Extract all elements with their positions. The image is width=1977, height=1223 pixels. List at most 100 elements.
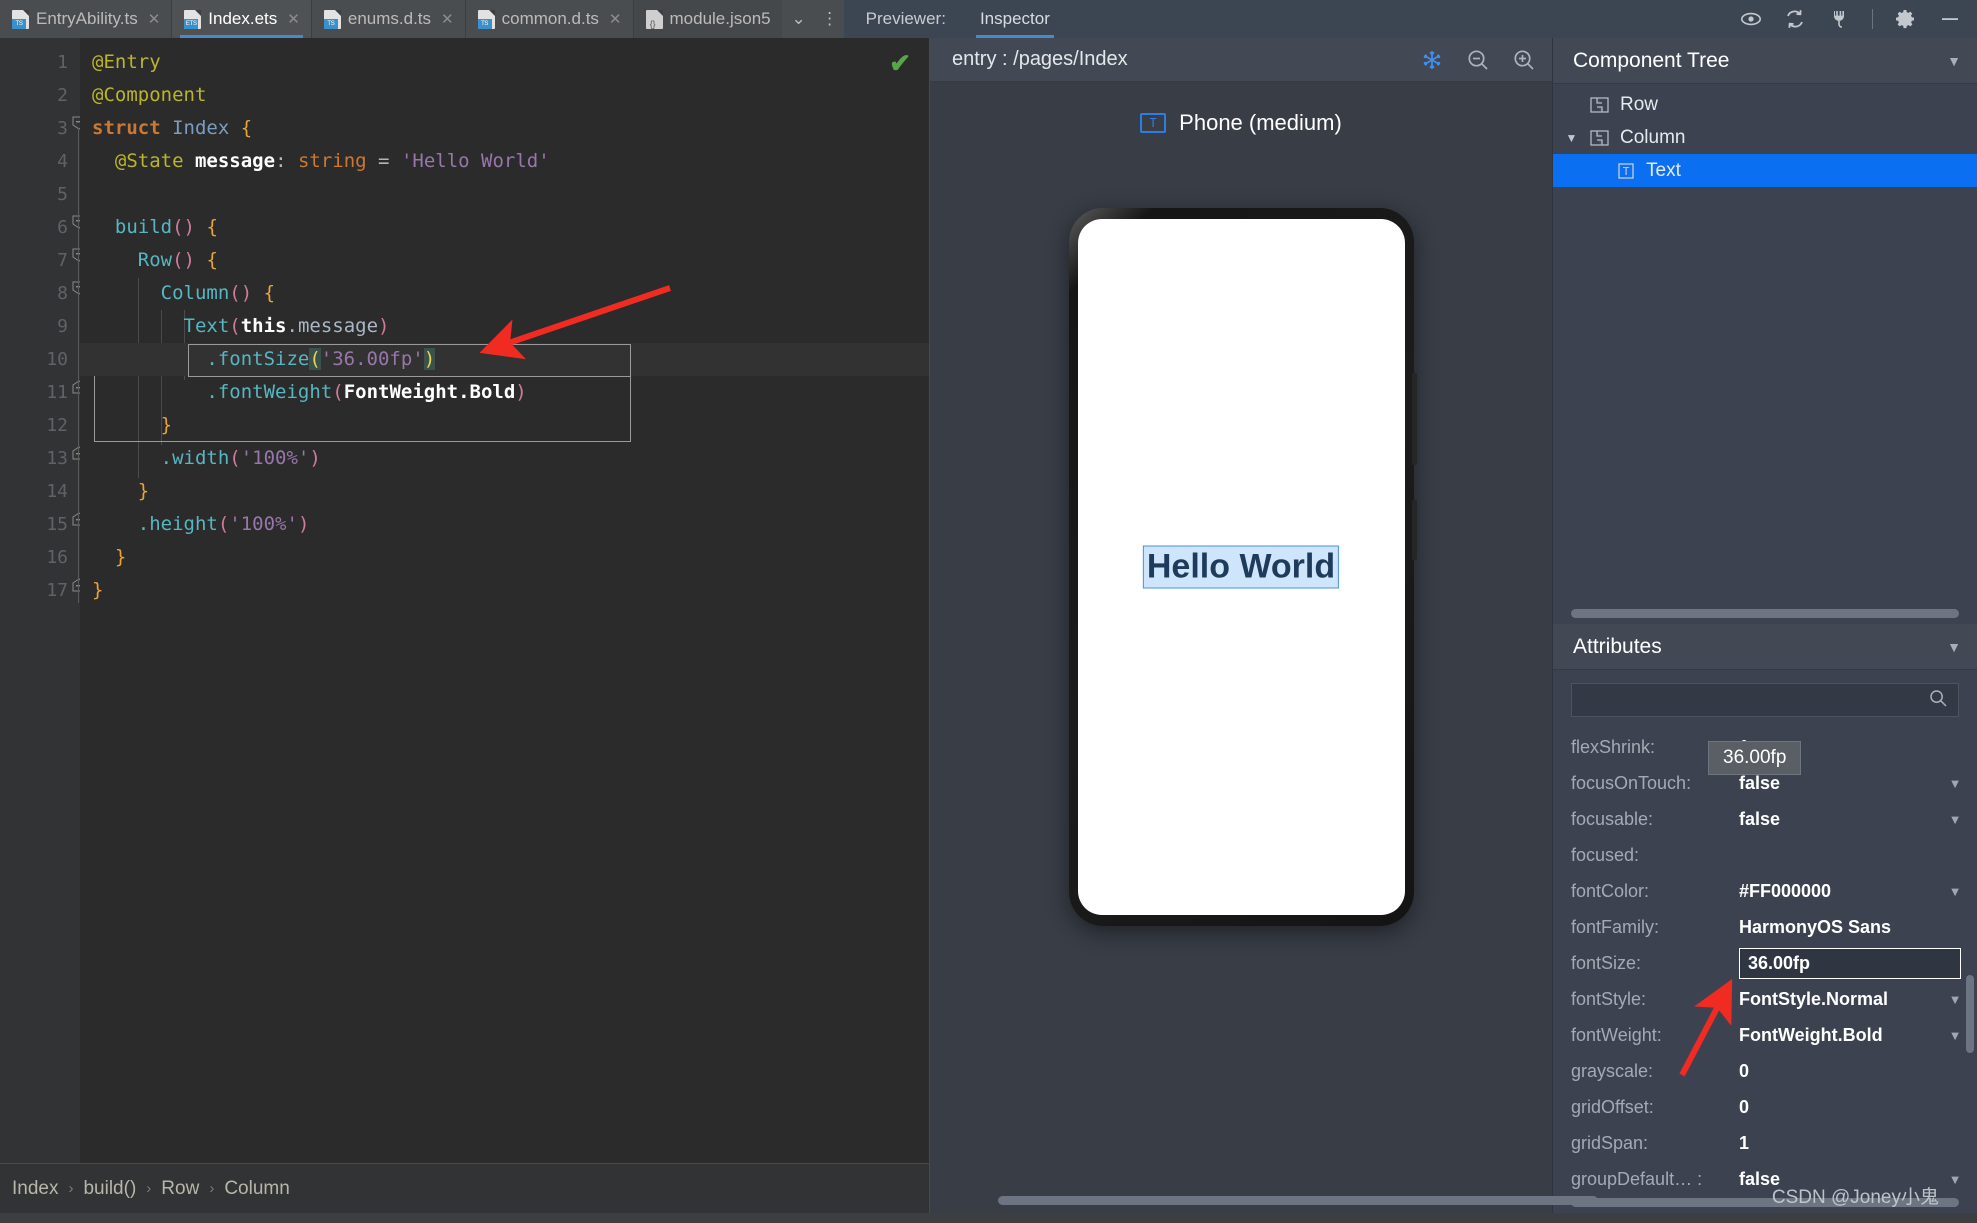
attributes-header[interactable]: Attributes ▼: [1553, 624, 1977, 670]
attribute-value[interactable]: 1: [1739, 1133, 1963, 1154]
component-tree[interactable]: Row ▼ Column T Text: [1553, 84, 1977, 624]
search-icon[interactable]: [1928, 688, 1948, 713]
tree-node-label: Text: [1646, 159, 1681, 181]
line-number: 14: [46, 481, 68, 502]
chevron-down-icon[interactable]: ▼: [1947, 884, 1963, 899]
editor-tab-enums[interactable]: TS enums.d.ts ✕: [311, 0, 466, 38]
close-icon[interactable]: ✕: [441, 10, 454, 28]
attribute-row-fontSize[interactable]: fontSize: 36.00fp: [1553, 945, 1977, 981]
code-line: Column() {: [160, 282, 276, 304]
zoom-in-icon[interactable]: [1512, 48, 1536, 72]
attribute-row-fontFamily[interactable]: fontFamily: HarmonyOS Sans: [1553, 909, 1977, 945]
attribute-row-fontWeight[interactable]: fontWeight: FontWeight.Bold ▼: [1553, 1017, 1977, 1053]
preview-text-component[interactable]: Hello World: [1142, 545, 1340, 589]
chevron-down-icon[interactable]: ▼: [1563, 131, 1580, 145]
attribute-row-fontColor[interactable]: fontColor: #FF000000 ▼: [1553, 873, 1977, 909]
breadcrumb-item-index[interactable]: Index: [12, 1178, 58, 1200]
attribute-value[interactable]: false: [1739, 773, 1947, 794]
scrollbar-thumb[interactable]: [998, 1196, 1598, 1205]
chevron-down-icon[interactable]: ▼: [1947, 1028, 1963, 1043]
line-number: 5: [57, 184, 68, 205]
device-label: T Phone (medium): [1140, 110, 1342, 136]
attribute-row-grayscale[interactable]: grayscale: 0: [1553, 1053, 1977, 1089]
editor-tab-entryability[interactable]: TS EntryAbility.ts ✕: [0, 0, 173, 38]
inspector-pane: Component Tree ▼ Row ▼ Column T Text Att…: [1552, 38, 1977, 1213]
refresh-icon[interactable]: [1784, 8, 1806, 30]
previewer-tab-bar: Previewer: Inspector: [843, 0, 1977, 38]
editor-tab-index-ets[interactable]: ETS Index.ets ✕: [172, 0, 312, 38]
chevron-down-icon[interactable]: ▼: [1947, 1172, 1963, 1187]
chevron-down-icon[interactable]: ▼: [1947, 812, 1963, 827]
attribute-value[interactable]: false: [1739, 809, 1947, 830]
editor-gutter[interactable]: 1 2 3 4 5 6 7 8 9 10 11 12 13 14 15 16 1: [0, 38, 86, 1163]
eye-icon[interactable]: [1740, 8, 1762, 30]
attribute-row-fontStyle[interactable]: fontStyle: FontStyle.Normal ▼: [1553, 981, 1977, 1017]
settings-gear-icon[interactable]: [1895, 8, 1917, 30]
fold-region-line: [78, 128, 79, 603]
tab-more-options-icon[interactable]: ⋮: [816, 0, 844, 38]
attribute-row-focusable[interactable]: focusable: false ▼: [1553, 801, 1977, 837]
attribute-key: grayscale:: [1571, 1060, 1654, 1081]
attribute-key: gridSpan:: [1571, 1132, 1649, 1153]
line-number: 2: [57, 85, 68, 106]
attribute-value[interactable]: 0: [1739, 1097, 1963, 1118]
attribute-key: fontFamily:: [1571, 916, 1660, 937]
freeze-icon[interactable]: [1420, 48, 1444, 72]
tree-node-row[interactable]: Row: [1553, 88, 1977, 121]
tab-inspector-label: Inspector: [979, 9, 1050, 28]
attribute-value[interactable]: HarmonyOS Sans: [1739, 917, 1963, 938]
attribute-row-focused[interactable]: focused:: [1553, 837, 1977, 873]
tree-horizontal-scrollbar[interactable]: [1571, 609, 1959, 618]
chevron-down-icon[interactable]: ▼: [1947, 776, 1963, 791]
attribute-row-gridOffset[interactable]: gridOffset: 0: [1553, 1089, 1977, 1125]
breadcrumb-item-row[interactable]: Row: [161, 1178, 199, 1200]
device-frame: Hello World: [1068, 208, 1417, 926]
tab-inspector[interactable]: Inspector: [975, 0, 1054, 38]
editor-tab-label: Index.ets: [208, 9, 278, 28]
component-tree-header[interactable]: Component Tree ▼: [1553, 38, 1977, 84]
chevron-down-icon[interactable]: ▼: [1947, 992, 1963, 1007]
attributes-search-field[interactable]: [1571, 683, 1959, 717]
code-text-area[interactable]: @Entry @Component struct Index { @State …: [80, 38, 929, 1163]
code-line: .width('100%'): [160, 447, 321, 469]
close-icon[interactable]: ✕: [609, 10, 622, 28]
attribute-row-gridSpan[interactable]: gridSpan: 1: [1553, 1125, 1977, 1161]
previewer-horizontal-scrollbar[interactable]: [930, 1193, 1598, 1209]
search-input[interactable]: [1582, 691, 1928, 709]
tree-node-row-selected[interactable]: T Text: [1553, 154, 1977, 187]
close-icon[interactable]: ✕: [148, 10, 161, 28]
minimize-icon[interactable]: [1939, 8, 1961, 30]
chevron-down-icon[interactable]: ▼: [1947, 639, 1961, 655]
attribute-key: focusable:: [1571, 808, 1654, 829]
fontsize-input[interactable]: 36.00fp: [1739, 947, 1961, 979]
tab-overflow-chevron-down-icon[interactable]: ⌄: [782, 0, 816, 38]
attribute-value[interactable]: FontWeight.Bold: [1739, 1025, 1947, 1046]
attribute-value[interactable]: #FF000000: [1739, 881, 1947, 902]
status-bar: [0, 1213, 1977, 1223]
editor-tab-label: EntryAbility.ts: [36, 9, 138, 28]
code-editor-scroll[interactable]: 1 2 3 4 5 6 7 8 9 10 11 12 13 14 15 16 1: [0, 38, 929, 1163]
attribute-value[interactable]: FontStyle.Normal: [1739, 989, 1947, 1010]
code-line: @Component: [92, 84, 207, 106]
device-screen[interactable]: Hello World: [1077, 219, 1405, 915]
attributes-list[interactable]: flexShrink: 1 focusOnTouch: false ▼ focu…: [1553, 725, 1977, 1213]
line-number: 4: [57, 151, 68, 172]
attribute-key: groupDefault… :: [1571, 1168, 1703, 1189]
breadcrumb-item-column[interactable]: Column: [224, 1178, 289, 1200]
editor-tab-common[interactable]: TS common.d.ts ✕: [465, 0, 634, 38]
previewer-canvas[interactable]: T Phone (medium) Hello World: [930, 82, 1598, 1213]
plug-icon[interactable]: [1828, 8, 1850, 30]
editor-tab-module-json[interactable]: {} module.json5: [633, 0, 782, 38]
zoom-out-icon[interactable]: [1466, 48, 1490, 72]
code-line: .height('100%'): [137, 513, 310, 535]
previewer-view-tools: [1420, 48, 1536, 72]
close-icon[interactable]: ✕: [287, 10, 300, 28]
line-number: 9: [57, 316, 68, 337]
tree-node-row[interactable]: ▼ Column: [1553, 121, 1977, 154]
chevron-down-icon[interactable]: ▼: [1947, 53, 1961, 69]
breadcrumb-item-build[interactable]: build(): [83, 1178, 136, 1200]
svg-text:T: T: [1623, 165, 1630, 178]
attributes-vertical-scrollbar[interactable]: [1966, 975, 1974, 1053]
attribute-value[interactable]: 0: [1739, 1061, 1963, 1082]
